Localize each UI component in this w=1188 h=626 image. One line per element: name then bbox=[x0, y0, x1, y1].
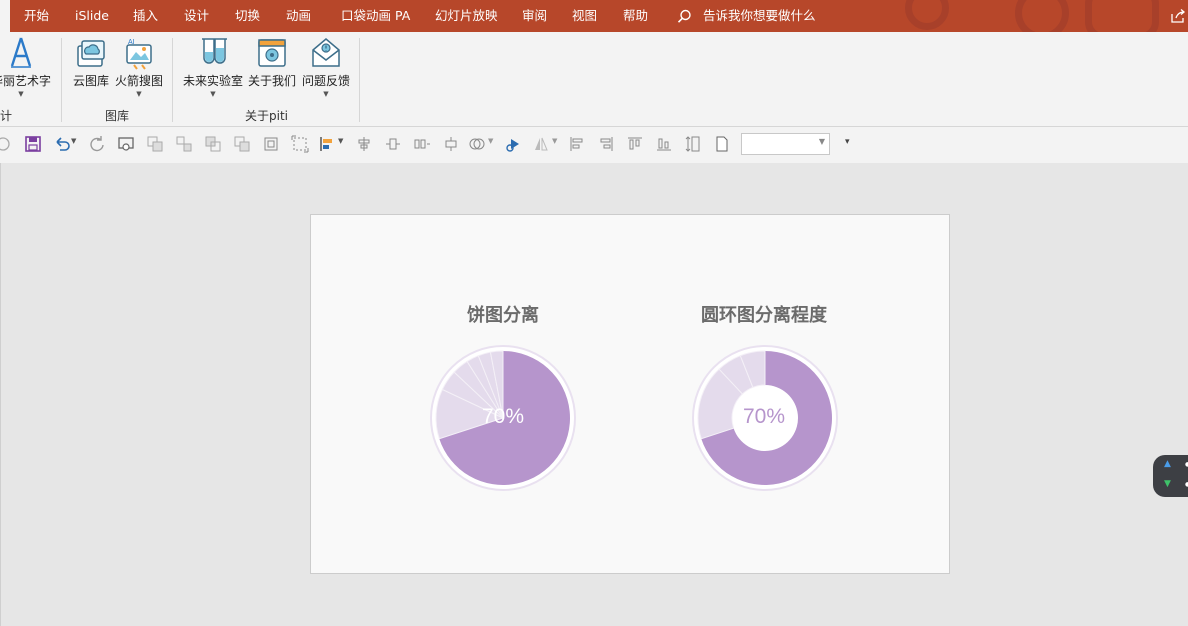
donut-percent-label[interactable]: 70% bbox=[714, 405, 814, 429]
rocket-search-button[interactable]: AI 火箭搜图 ▼ bbox=[113, 36, 165, 99]
group-label-design: 计 bbox=[0, 109, 13, 123]
send-backward-icon[interactable] bbox=[233, 135, 251, 153]
menu-item-help[interactable]: 帮助 bbox=[623, 0, 648, 32]
slideshow-icon[interactable] bbox=[117, 135, 135, 153]
size-select[interactable]: ▼ bbox=[741, 133, 830, 155]
ribbon: 华丽艺术字 ▼ 云图库 AI 火箭搜图 ▼ bbox=[0, 32, 1188, 127]
undo-icon[interactable] bbox=[53, 135, 71, 153]
art-text-label: 华丽艺术字 bbox=[0, 74, 51, 88]
rocket-search-label: 火箭搜图 bbox=[114, 74, 163, 88]
chevron-down-icon[interactable]: ▼ bbox=[182, 89, 244, 99]
menu-item-pocket-animation[interactable]: 口袋动画 PA bbox=[341, 0, 410, 32]
search-icon[interactable] bbox=[677, 9, 692, 24]
menu-item-home[interactable]: 开始 bbox=[24, 0, 49, 32]
distribute-horizontal-icon[interactable] bbox=[384, 135, 402, 153]
art-text-icon bbox=[10, 37, 32, 68]
menu-item-review[interactable]: 审阅 bbox=[522, 0, 547, 32]
menu-item-islide[interactable]: iSlide bbox=[75, 0, 109, 32]
slide-canvas[interactable]: 饼图分离 70% 圆环图分离程度 70% bbox=[310, 214, 950, 574]
pie-percent-label[interactable]: 70% bbox=[453, 405, 553, 429]
cloud-gallery-label: 云图库 bbox=[72, 74, 109, 88]
group-divider bbox=[359, 38, 360, 122]
bring-forward-icon[interactable] bbox=[204, 135, 222, 153]
feedback-mail-icon bbox=[312, 38, 340, 67]
chevron-down-icon[interactable]: ▼ bbox=[338, 137, 356, 155]
selection-frame-icon[interactable] bbox=[291, 135, 309, 153]
file-tab-edge[interactable] bbox=[0, 0, 10, 32]
group-label-about-piti: 关于piti bbox=[245, 109, 288, 123]
rocket-search-icon: AI bbox=[126, 39, 152, 70]
menu-item-insert[interactable]: 插入 bbox=[133, 0, 158, 32]
lab-label: 未来实验室 bbox=[182, 74, 243, 88]
flip-icon[interactable] bbox=[532, 135, 550, 153]
chevron-down-icon[interactable]: ▼ bbox=[819, 137, 825, 146]
group-divider bbox=[61, 38, 62, 122]
cloud-gallery-button[interactable]: 云图库 bbox=[71, 36, 111, 89]
menu-item-view[interactable]: 视图 bbox=[572, 0, 597, 32]
group-objects-icon[interactable] bbox=[146, 135, 164, 153]
download-arrow-icon: ▼ bbox=[1164, 479, 1171, 489]
align-objects-top-icon[interactable] bbox=[626, 135, 644, 153]
chevron-down-icon[interactable]: ▼ bbox=[113, 89, 165, 99]
distribute-spacing-icon[interactable] bbox=[413, 135, 431, 153]
title-decoration bbox=[1085, 0, 1159, 32]
cloud-gallery-icon bbox=[77, 40, 105, 67]
redo-circle-icon[interactable] bbox=[0, 135, 12, 153]
svg-text:AI: AI bbox=[128, 39, 135, 46]
save-icon[interactable] bbox=[24, 135, 42, 153]
feedback-label: 问题反馈 bbox=[301, 74, 350, 88]
about-us-label: 关于我们 bbox=[247, 74, 296, 88]
tell-me-search[interactable]: 告诉我你想要做什么 bbox=[703, 0, 816, 32]
new-page-icon[interactable] bbox=[713, 135, 731, 153]
repeat-icon[interactable] bbox=[88, 135, 106, 153]
pie-chart-title[interactable]: 饼图分离 bbox=[383, 301, 623, 327]
network-speed-widget[interactable]: ▲ ▼ ● ● bbox=[1153, 455, 1188, 497]
group-label-gallery: 图库 bbox=[105, 109, 130, 123]
title-decoration bbox=[1015, 0, 1069, 32]
format-painter-icon[interactable] bbox=[505, 135, 523, 153]
menu-item-transitions[interactable]: 切换 bbox=[235, 0, 260, 32]
quick-toolbar: ▼ ▼ ▼ ▼ ▼ ▾ bbox=[0, 127, 1188, 163]
chevron-down-icon[interactable]: ▼ bbox=[488, 137, 506, 155]
align-objects-right-icon[interactable] bbox=[597, 135, 615, 153]
editing-workspace: 饼图分离 70% 圆环图分离程度 70% bbox=[0, 163, 1188, 626]
chevron-down-icon[interactable]: ▼ bbox=[71, 137, 89, 155]
chevron-down-icon[interactable]: ▼ bbox=[0, 89, 52, 99]
match-height-icon[interactable] bbox=[684, 135, 702, 153]
upload-arrow-icon: ▲ bbox=[1164, 459, 1171, 469]
menu-item-slideshow[interactable]: 幻灯片放映 bbox=[435, 0, 498, 32]
title-decoration bbox=[905, 0, 949, 30]
distribute-vertical-icon[interactable] bbox=[442, 135, 460, 153]
share-icon[interactable] bbox=[1170, 8, 1186, 24]
align-objects-left-icon[interactable] bbox=[568, 135, 586, 153]
about-us-icon bbox=[258, 39, 286, 67]
align-left-color-icon[interactable] bbox=[318, 135, 336, 153]
align-center-icon[interactable] bbox=[355, 135, 373, 153]
ungroup-objects-icon[interactable] bbox=[175, 135, 193, 153]
feedback-button[interactable]: 问题反馈 ▼ bbox=[300, 36, 352, 99]
shape-union-icon[interactable] bbox=[468, 135, 486, 153]
group-divider bbox=[172, 38, 173, 122]
art-text-button[interactable]: 华丽艺术字 ▼ bbox=[0, 36, 52, 99]
menu-bar: 开始 iSlide 插入 设计 切换 动画 口袋动画 PA 幻灯片放映 审阅 视… bbox=[0, 0, 1188, 32]
chevron-down-icon[interactable]: ▼ bbox=[300, 89, 352, 99]
menu-item-design[interactable]: 设计 bbox=[184, 0, 209, 32]
lab-flask-icon bbox=[202, 38, 227, 64]
about-us-button[interactable]: 关于我们 bbox=[246, 36, 298, 89]
menu-item-animations[interactable]: 动画 bbox=[286, 0, 311, 32]
ruler-edge bbox=[0, 163, 1, 626]
align-objects-bottom-icon[interactable] bbox=[655, 135, 673, 153]
donut-chart-title[interactable]: 圆环图分离程度 bbox=[644, 301, 884, 327]
crop-frame-icon[interactable] bbox=[262, 135, 280, 153]
lab-button[interactable]: 未来实验室 ▼ bbox=[182, 36, 244, 99]
toolbar-overflow-icon[interactable]: ▾ bbox=[845, 137, 850, 147]
